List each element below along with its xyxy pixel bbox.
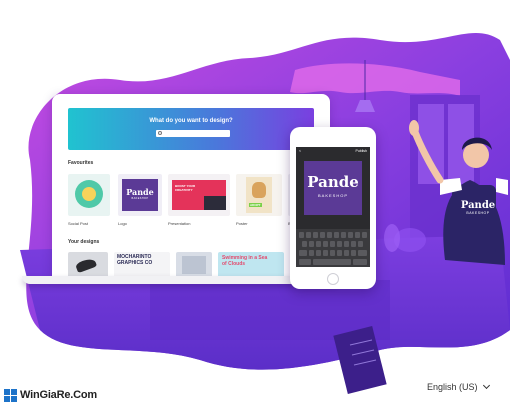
language-selector[interactable]: English (US) <box>427 381 490 392</box>
apron-title: Pande <box>460 200 496 211</box>
favourite-presentation-card[interactable]: BOOST YOUR CREATIVITY <box>168 174 230 216</box>
your-designs-heading: Your designs <box>68 239 100 245</box>
design-search-hero: What do you want to design? <box>68 108 314 150</box>
favourite-poster-card[interactable]: ADOPT <box>236 174 282 216</box>
logo-card-title: Pande <box>126 187 154 197</box>
favourite-logo-card[interactable]: Pande BAKESHOP <box>118 174 162 216</box>
poster-card-text: ADOPT <box>249 203 262 207</box>
phone-back-button[interactable]: < <box>299 149 301 153</box>
apron-logo: Pande BAKESHOP <box>458 200 498 215</box>
design-card[interactable] <box>176 252 212 276</box>
apron-sub: BAKESHOP <box>466 211 490 215</box>
design-search-input[interactable] <box>156 130 230 137</box>
phone-publish-button[interactable]: Publish <box>356 149 367 153</box>
dog-thumb-icon <box>252 182 266 198</box>
favourite-label-social-post: Social Post <box>68 221 89 226</box>
design-card-text: MOCHARINTO GRAPHICS CO <box>117 254 153 266</box>
language-label: English (US) <box>427 382 478 392</box>
design-card[interactable]: MOCHARINTO GRAPHICS CO <box>114 252 170 276</box>
hero-title: What do you want to design? <box>149 118 233 124</box>
design-card-text: Swimming in a Sea of Clouds <box>222 255 268 267</box>
design-card[interactable] <box>68 252 108 276</box>
laptop-screen: What do you want to design? Favourites P… <box>52 94 330 276</box>
search-icon <box>158 131 162 135</box>
windows-logo-icon <box>4 388 17 402</box>
site-logo[interactable]: WinGiaRe.Com <box>4 386 97 404</box>
phone-topbar: < Publish <box>296 147 370 156</box>
phone-device: < Publish Pande BAKESHOP <box>290 127 376 289</box>
shoe-thumb-icon <box>74 256 98 274</box>
brand-name: WinGiaRe.Com <box>20 389 97 401</box>
phone-logo-title: Pande <box>307 173 359 191</box>
favourite-label-poster: Poster <box>236 221 248 226</box>
favourites-heading: Favourites <box>68 160 94 166</box>
chevron-down-icon <box>482 381 490 390</box>
phone-home-button[interactable] <box>327 273 339 285</box>
phone-logo-sub: BAKESHOP <box>317 193 348 198</box>
phone-logo-design: Pande BAKESHOP <box>304 161 362 215</box>
favourite-label-logo: Logo <box>118 221 127 226</box>
phone-screen: < Publish Pande BAKESHOP <box>296 147 370 267</box>
presentation-card-text: BOOST YOUR CREATIVITY <box>175 184 196 192</box>
favourite-label-presentation: Presentation <box>168 221 191 226</box>
favourite-social-post-card[interactable] <box>68 174 110 216</box>
design-card[interactable]: Swimming in a Sea of Clouds <box>218 252 284 276</box>
logo-card-sub: BAKESHOP <box>131 197 149 200</box>
phone-keyboard[interactable] <box>296 229 370 267</box>
